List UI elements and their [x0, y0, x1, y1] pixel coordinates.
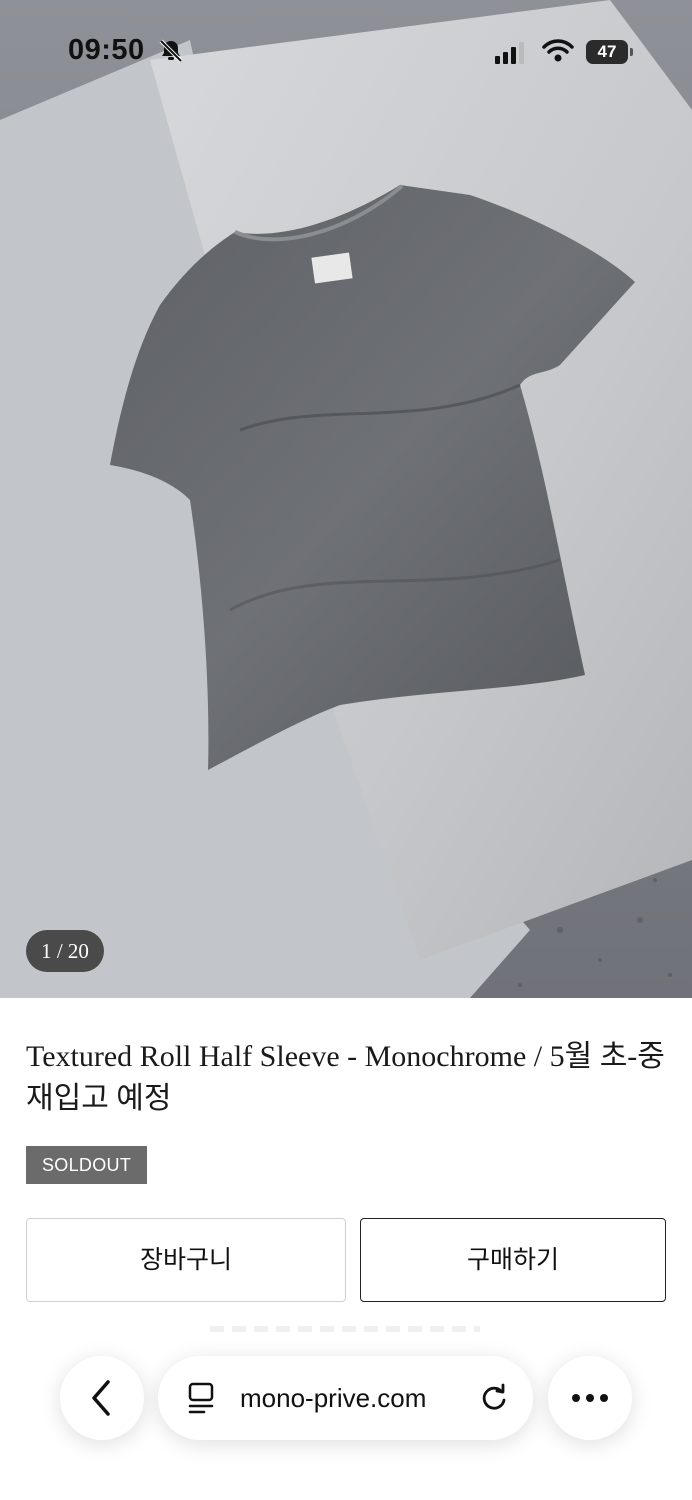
silent-bell-icon — [159, 39, 183, 63]
status-time: 09:50 — [68, 34, 145, 66]
faded-text-line — [210, 1326, 480, 1332]
action-bar: 장바구니 구매하기 — [0, 1200, 692, 1500]
url-text: mono-prive.com — [240, 1383, 427, 1413]
more-options-button[interactable] — [548, 1356, 632, 1440]
soldout-badge: SOLDOUT — [26, 1146, 148, 1184]
product-title: Textured Roll Half Sleeve - Monochrome /… — [26, 1040, 665, 1115]
status-bar: 09:50 47 — [0, 0, 692, 100]
more-icon — [572, 1394, 608, 1402]
address-bar[interactable]: mono-prive.com — [158, 1356, 533, 1440]
tshirt-photo — [0, 0, 692, 998]
battery-indicator: 47 — [586, 40, 628, 64]
wifi-icon — [542, 39, 574, 62]
back-button[interactable] — [60, 1356, 144, 1440]
back-arrow-icon — [92, 1380, 110, 1416]
cellular-signal-icon — [495, 42, 524, 64]
product-image[interactable]: 09:50 47 1 / 20 — [0, 0, 692, 998]
reload-icon[interactable] — [478, 1382, 510, 1414]
gallery-counter: 1 / 20 — [26, 930, 104, 972]
page-icon — [188, 1382, 214, 1414]
battery-tip — [630, 48, 633, 56]
buy-now-button[interactable]: 구매하기 — [360, 1218, 666, 1302]
add-to-cart-button[interactable]: 장바구니 — [26, 1218, 346, 1302]
